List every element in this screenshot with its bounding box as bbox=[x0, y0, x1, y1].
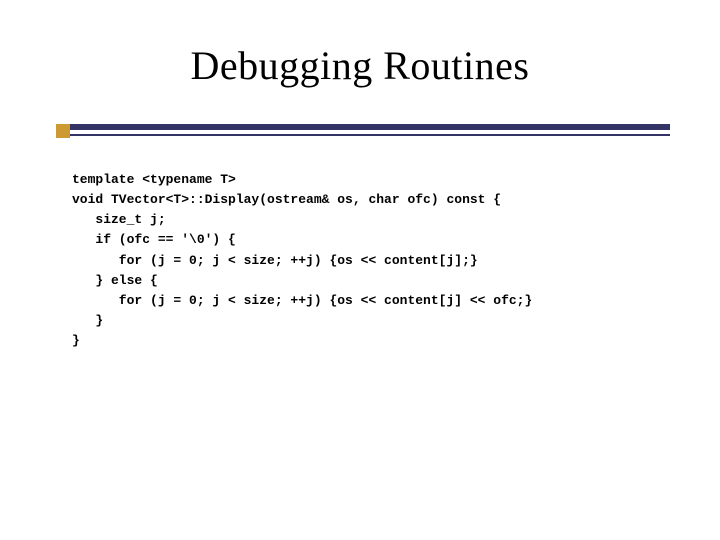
divider bbox=[70, 124, 670, 144]
code-line: } else { bbox=[72, 273, 158, 288]
accent-square bbox=[56, 124, 70, 138]
code-line: for (j = 0; j < size; ++j) {os << conten… bbox=[72, 253, 478, 268]
title-container: Debugging Routines bbox=[0, 42, 720, 89]
slide-title: Debugging Routines bbox=[191, 43, 530, 88]
code-line: template <typename T> bbox=[72, 172, 236, 187]
code-block: template <typename T> void TVector<T>::D… bbox=[72, 170, 532, 351]
code-line: void TVector<T>::Display(ostream& os, ch… bbox=[72, 192, 501, 207]
code-line: for (j = 0; j < size; ++j) {os << conten… bbox=[72, 293, 532, 308]
code-line: } bbox=[72, 333, 80, 348]
code-line: size_t j; bbox=[72, 212, 166, 227]
divider-thin bbox=[70, 134, 670, 136]
divider-thick bbox=[70, 124, 670, 130]
code-line: if (ofc == '\0') { bbox=[72, 232, 236, 247]
code-line: } bbox=[72, 313, 103, 328]
